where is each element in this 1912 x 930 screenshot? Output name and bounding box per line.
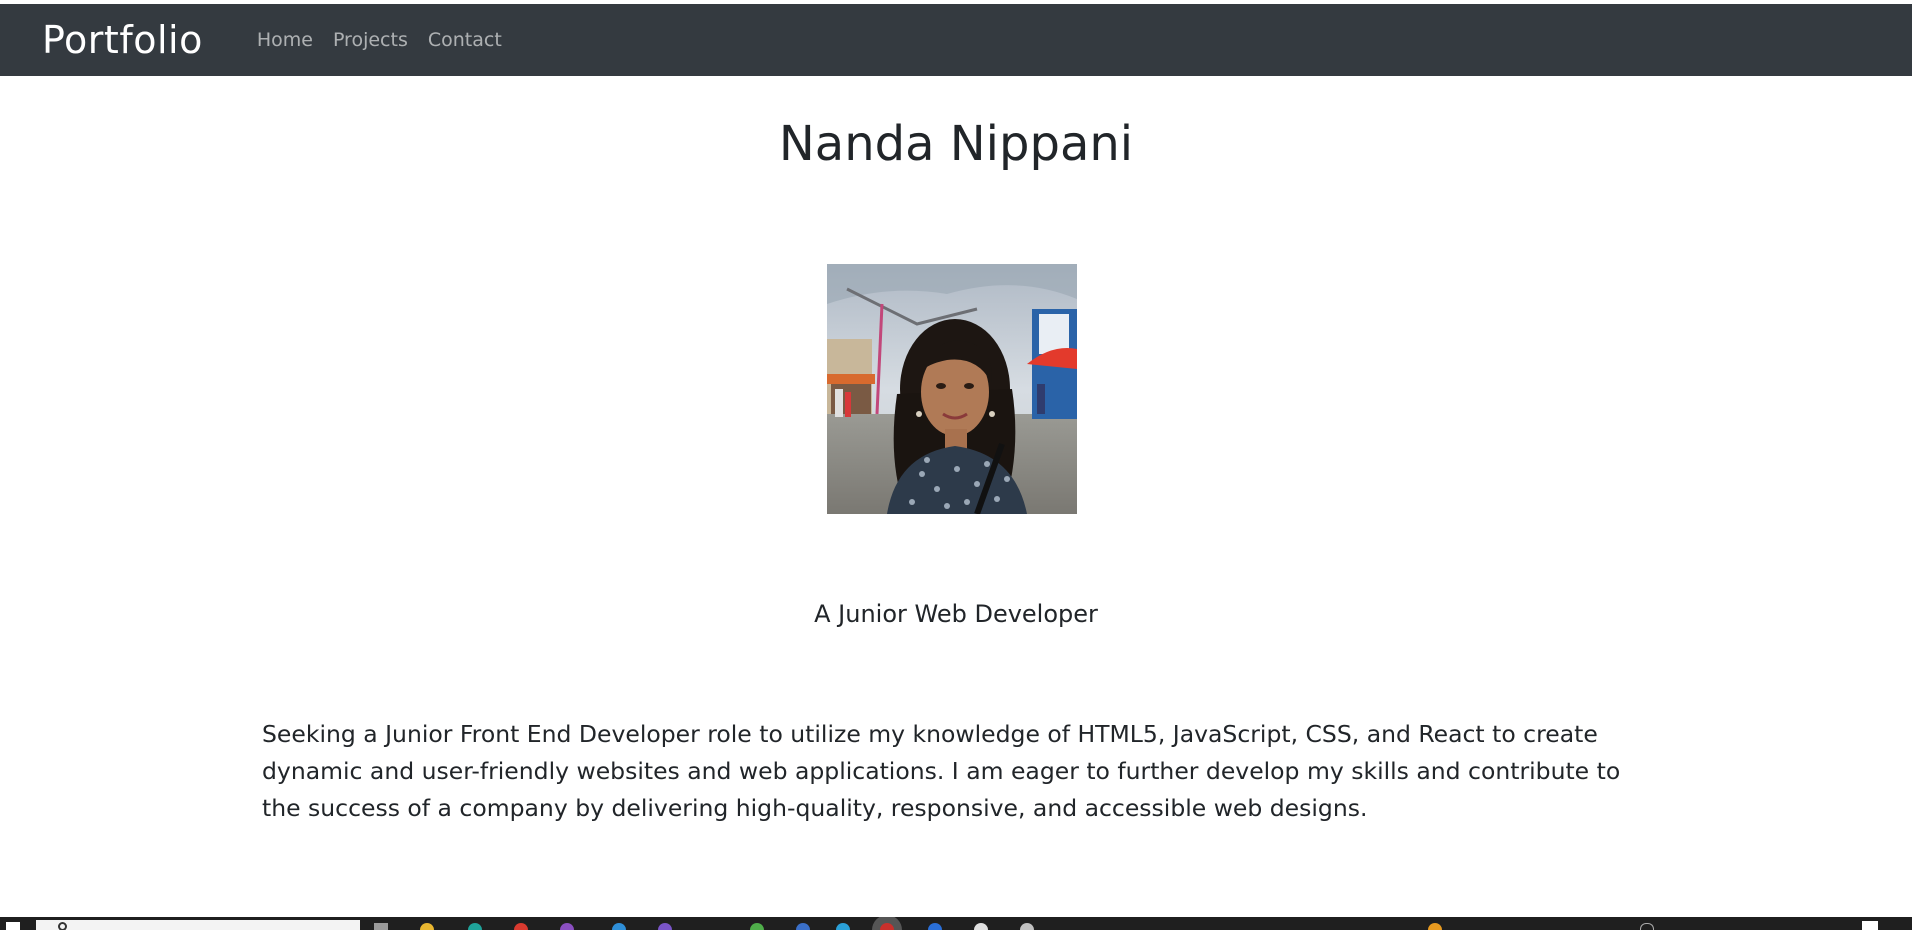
profile-summary: Seeking a Junior Front End Developer rol… [262, 720, 1621, 822]
app-icon[interactable] [928, 923, 942, 930]
nav-link-home[interactable]: Home [257, 29, 313, 51]
tray-icon[interactable] [1640, 923, 1654, 930]
os-taskbar [0, 917, 1912, 930]
windows-start-icon[interactable] [6, 922, 20, 930]
app-icon[interactable] [880, 923, 894, 930]
search-icon [58, 922, 67, 930]
subtitle: A Junior Web Developer [814, 600, 1098, 628]
nav-link-contact[interactable]: Contact [428, 29, 502, 51]
page-title: Nanda Nippani [778, 116, 1134, 172]
task-view-icon[interactable] [374, 923, 388, 930]
app-icon[interactable] [974, 923, 988, 930]
app-icon[interactable] [658, 923, 672, 930]
app-icon[interactable] [836, 923, 850, 930]
app-icon[interactable] [1020, 923, 1034, 930]
app-icon[interactable] [560, 923, 574, 930]
app-icon[interactable] [796, 923, 810, 930]
taskbar-search-box[interactable] [36, 920, 360, 930]
navbar-brand[interactable]: Portfolio [42, 21, 203, 59]
edge-icon[interactable] [468, 923, 482, 930]
navbar: Portfolio Home Projects Contact [0, 4, 1912, 76]
flame-icon[interactable] [1428, 923, 1442, 930]
chrome-icon[interactable] [514, 923, 528, 930]
vscode-icon[interactable] [612, 923, 626, 930]
nav-links: Home Projects Contact [257, 29, 502, 51]
file-explorer-icon[interactable] [420, 923, 434, 930]
app-icon[interactable] [750, 923, 764, 930]
notification-icon[interactable] [1862, 921, 1878, 930]
nav-link-projects[interactable]: Projects [333, 29, 408, 51]
profile-photo [827, 264, 1077, 514]
